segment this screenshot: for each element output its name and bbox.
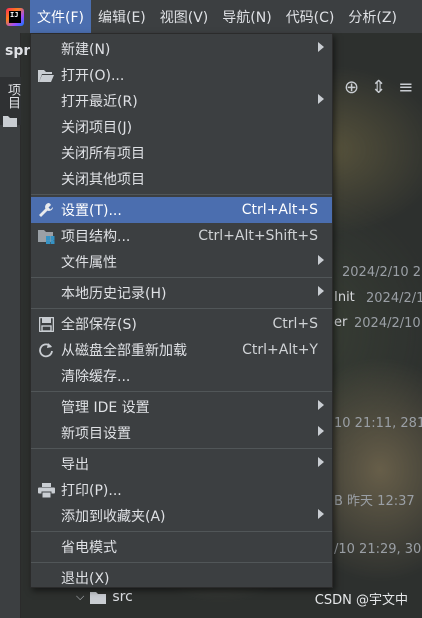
menu-file[interactable]: 文件(F) xyxy=(30,0,91,33)
bg-timestamp: /10 21:29, 303 xyxy=(334,542,422,557)
left-tool-strip: 项目 xyxy=(0,33,21,618)
locate-icon[interactable]: ⊕ xyxy=(344,78,359,98)
open-folder-icon xyxy=(37,66,55,84)
project-tab-label: 项目 xyxy=(5,83,20,109)
project-name: spr xyxy=(5,43,31,59)
bg-timestamp: 2024/2/10 2 xyxy=(342,265,422,280)
menu-item-project-structure[interactable]: 项目结构... Ctrl+Alt+Shift+S xyxy=(31,223,332,249)
submenu-arrow-icon xyxy=(318,509,324,519)
submenu-arrow-icon xyxy=(318,94,324,104)
shortcut-text: Ctrl+S xyxy=(272,316,318,332)
save-icon xyxy=(37,315,55,333)
shortcut-text: Ctrl+Alt+S xyxy=(241,202,318,218)
wrench-icon xyxy=(37,201,55,219)
menu-view[interactable]: 视图(V) xyxy=(153,0,216,33)
menu-item-invalidate-caches[interactable]: 清除缓存... xyxy=(31,363,332,389)
bg-timestamp: 10 21:11, 281 xyxy=(334,416,422,431)
menu-item-settings[interactable]: 设置(T)... Ctrl+Alt+S xyxy=(31,197,332,223)
menu-item-file-properties[interactable]: 文件属性 xyxy=(31,249,332,275)
menu-item-export[interactable]: 导出 xyxy=(31,451,332,477)
menu-separator xyxy=(31,277,332,278)
menu-item-recent[interactable]: 打开最近(R) xyxy=(31,88,332,114)
menu-separator xyxy=(31,531,332,532)
menu-item-exit[interactable]: 退出(X) xyxy=(31,565,332,591)
bg-timestamp: 2024/2/1 xyxy=(366,291,422,306)
folder-icon xyxy=(3,115,17,131)
project-toolbar: ⊕ ⇕ ≡ xyxy=(344,78,413,98)
bg-item-init: Init xyxy=(334,290,355,305)
bg-timestamp: B 昨天 12:37 xyxy=(334,494,415,509)
bg-timestamp: 2024/2/10 xyxy=(354,316,421,331)
menu-item-power-save-mode[interactable]: 省电模式 xyxy=(31,534,332,560)
file-menu-dropdown: 新建(N) 打开(O)... 打开最近(R) 关闭项目(J) 关闭所有项目 关闭… xyxy=(30,33,333,588)
menu-item-save-all[interactable]: 全部保存(S) Ctrl+S xyxy=(31,311,332,337)
submenu-arrow-icon xyxy=(318,426,324,436)
menu-separator xyxy=(31,562,332,563)
intellij-logo-icon[interactable]: IJ xyxy=(0,0,30,33)
tree-item-src[interactable]: ⌵ src xyxy=(76,589,133,605)
submenu-arrow-icon xyxy=(318,457,324,467)
menu-item-close-all[interactable]: 关闭所有项目 xyxy=(31,140,332,166)
menu-navigate[interactable]: 导航(N) xyxy=(215,0,278,33)
menu-item-manage-ide-settings[interactable]: 管理 IDE 设置 xyxy=(31,394,332,420)
submenu-arrow-icon xyxy=(318,42,324,52)
menu-separator xyxy=(31,308,332,309)
submenu-arrow-icon xyxy=(318,255,324,265)
submenu-arrow-icon xyxy=(318,286,324,296)
project-structure-icon xyxy=(37,227,55,245)
watermark: CSDN @宇文中 xyxy=(314,593,408,608)
shortcut-text: Ctrl+Alt+Shift+S xyxy=(198,228,318,244)
shortcut-text: Ctrl+Alt+Y xyxy=(242,342,318,358)
menu-analyze[interactable]: 分析(Z) xyxy=(341,0,404,33)
menu-item-new[interactable]: 新建(N) xyxy=(31,36,332,62)
menu-item-local-history[interactable]: 本地历史记录(H) xyxy=(31,280,332,306)
menu-item-close-project[interactable]: 关闭项目(J) xyxy=(31,114,332,140)
submenu-arrow-icon xyxy=(318,400,324,410)
chevron-down-icon: ⌵ xyxy=(76,590,85,603)
refresh-icon xyxy=(37,341,55,359)
menu-code[interactable]: 代码(C) xyxy=(279,0,342,33)
menu-separator xyxy=(31,194,332,195)
menu-separator xyxy=(31,391,332,392)
printer-icon xyxy=(37,481,55,499)
menu-separator xyxy=(31,448,332,449)
menu-item-open[interactable]: 打开(O)... xyxy=(31,62,332,88)
menu-bar: IJ 文件(F) 编辑(E) 视图(V) 导航(N) 代码(C) 分析(Z) xyxy=(0,0,422,33)
menu-item-close-others[interactable]: 关闭其他项目 xyxy=(31,166,332,192)
tree-item-label: src xyxy=(112,589,133,605)
folder-icon xyxy=(90,591,107,604)
menu-item-print[interactable]: 打印(P)... xyxy=(31,477,332,503)
menu-item-reload[interactable]: 从磁盘全部重新加载 Ctrl+Alt+Y xyxy=(31,337,332,363)
menu-item-add-to-favorites[interactable]: 添加到收藏夹(A) xyxy=(31,503,332,529)
bg-item-er: er xyxy=(334,315,348,330)
expand-all-icon[interactable]: ⇕ xyxy=(371,78,386,98)
collapse-all-icon[interactable]: ≡ xyxy=(398,78,413,98)
menu-edit[interactable]: 编辑(E) xyxy=(91,0,153,33)
menu-item-new-project-settings[interactable]: 新项目设置 xyxy=(31,420,332,446)
